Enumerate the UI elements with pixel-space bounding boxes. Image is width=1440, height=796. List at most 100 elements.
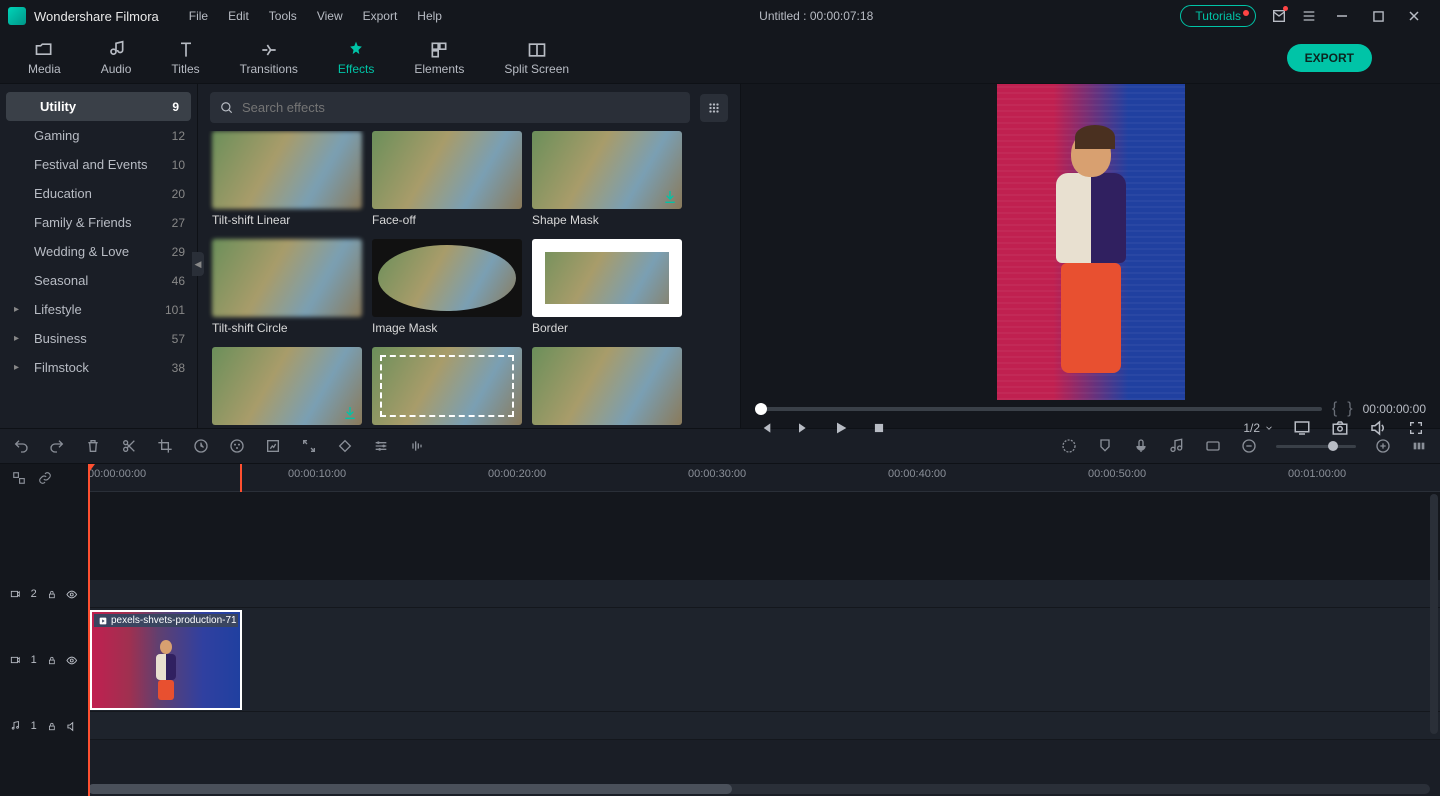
tab-elements[interactable]: Elements — [394, 36, 484, 80]
sidebar-item-business[interactable]: Business57 — [0, 324, 197, 353]
motion-track-button[interactable] — [300, 437, 318, 455]
sidebar-item-seasonal[interactable]: Seasonal46 — [0, 266, 197, 295]
track-head-v1[interactable]: 1 — [0, 608, 88, 712]
minimize-button[interactable] — [1324, 4, 1360, 28]
preview-canvas[interactable] — [741, 84, 1440, 400]
zoom-fit-button[interactable] — [1410, 437, 1428, 455]
effect-tilt-shift-circle[interactable]: Tilt-shift Circle — [212, 239, 362, 335]
track-head-a1[interactable]: 1 — [0, 712, 88, 740]
tab-media[interactable]: Media — [8, 36, 81, 80]
mark-out-button[interactable]: } — [1347, 400, 1352, 418]
mixer-button[interactable] — [1168, 437, 1186, 455]
sidebar-item-festival[interactable]: Festival and Events10 — [0, 150, 197, 179]
playhead[interactable] — [88, 464, 90, 796]
keyframe-button[interactable] — [336, 437, 354, 455]
sidebar-item-lifestyle[interactable]: Lifestyle101 — [0, 295, 197, 324]
track-manager-icon[interactable] — [10, 469, 28, 487]
cc-button[interactable] — [1204, 437, 1222, 455]
step-forward-button[interactable] — [793, 418, 813, 438]
menu-file[interactable]: File — [179, 9, 218, 23]
snapshot-icon[interactable] — [1330, 418, 1350, 438]
sidebar-item-filmstock[interactable]: Filmstock38 — [0, 353, 197, 382]
effect-image-mask[interactable]: Image Mask — [372, 239, 522, 335]
tab-audio[interactable]: Audio — [81, 36, 152, 80]
lock-icon[interactable] — [47, 721, 57, 732]
track-v1[interactable]: pexels-shvets-production-71 — [88, 608, 1440, 712]
mail-icon[interactable] — [1264, 8, 1294, 24]
tutorials-button[interactable]: Tutorials — [1180, 5, 1256, 27]
menu-view[interactable]: View — [307, 9, 353, 23]
marker-button[interactable] — [1096, 437, 1114, 455]
menu-tools[interactable]: Tools — [259, 9, 307, 23]
close-button[interactable] — [1396, 4, 1432, 28]
effect-face-off[interactable]: Face-off — [372, 131, 522, 227]
render-button[interactable] — [1060, 437, 1078, 455]
menu-export[interactable]: Export — [353, 9, 408, 23]
fullscreen-icon[interactable] — [1406, 418, 1426, 438]
list-icon[interactable] — [1294, 8, 1324, 24]
sidebar-item-wedding[interactable]: Wedding & Love29 — [0, 237, 197, 266]
prev-frame-button[interactable] — [755, 418, 775, 438]
tab-effects[interactable]: Effects — [318, 36, 394, 80]
lock-icon[interactable] — [47, 589, 57, 600]
display-icon[interactable] — [1292, 418, 1312, 438]
sidebar-item-utility[interactable]: Utility9 — [6, 92, 191, 121]
effect-shape-mask[interactable]: Shape Mask — [532, 131, 682, 227]
timeline-body[interactable]: 00:00:00:00 00:00:10:00 00:00:20:00 00:0… — [88, 464, 1440, 796]
effect-tilt-shift-linear[interactable]: Tilt-shift Linear — [212, 131, 362, 227]
crop-button[interactable] — [156, 437, 174, 455]
tab-titles[interactable]: Titles — [151, 36, 219, 80]
effects-sidebar: Utility9 Gaming12 Festival and Events10 … — [0, 84, 198, 428]
color-button[interactable] — [228, 437, 246, 455]
tab-split-screen[interactable]: Split Screen — [484, 36, 589, 80]
speaker-icon[interactable] — [66, 720, 78, 733]
effect-mosaic[interactable]: Mosaic — [532, 347, 682, 428]
preview-scrubber[interactable] — [755, 407, 1322, 411]
tab-transitions[interactable]: Transitions — [220, 36, 318, 80]
timeline-vscrollbar[interactable] — [1430, 494, 1438, 734]
effect-border[interactable]: Border — [532, 239, 682, 335]
eye-icon[interactable] — [66, 654, 78, 667]
export-button[interactable]: EXPORT — [1287, 44, 1372, 72]
menu-edit[interactable]: Edit — [218, 9, 259, 23]
view-toggle-button[interactable] — [700, 94, 728, 122]
delete-button[interactable] — [84, 437, 102, 455]
track-spacer — [88, 492, 1440, 580]
zoom-in-button[interactable] — [1374, 437, 1392, 455]
eye-icon[interactable] — [66, 588, 78, 601]
timeline-clip[interactable]: pexels-shvets-production-71 — [90, 610, 242, 710]
link-icon[interactable] — [36, 469, 54, 487]
record-vo-button[interactable] — [1132, 437, 1150, 455]
search-box[interactable] — [210, 92, 690, 123]
sidebar-item-family[interactable]: Family & Friends27 — [0, 208, 197, 237]
zoom-out-button[interactable] — [1240, 437, 1258, 455]
menu-help[interactable]: Help — [407, 9, 452, 23]
play-button[interactable] — [831, 418, 851, 438]
sidebar-item-education[interactable]: Education20 — [0, 179, 197, 208]
lock-icon[interactable] — [47, 655, 57, 666]
sidebar-collapse-handle[interactable]: ◀ — [192, 252, 204, 276]
search-input[interactable] — [242, 100, 680, 115]
timeline-ruler[interactable]: 00:00:00:00 00:00:10:00 00:00:20:00 00:0… — [88, 464, 1440, 492]
in-point-marker[interactable] — [240, 464, 242, 492]
adjust-button[interactable] — [372, 437, 390, 455]
volume-icon[interactable] — [1368, 418, 1388, 438]
timeline-hscrollbar[interactable] — [88, 784, 1430, 794]
stop-button[interactable] — [869, 418, 889, 438]
audio-button[interactable] — [408, 437, 426, 455]
track-v2[interactable] — [88, 580, 1440, 608]
track-head-v2[interactable]: 2 — [0, 580, 88, 608]
zoom-slider[interactable] — [1276, 445, 1356, 448]
undo-button[interactable] — [12, 437, 30, 455]
track-a1[interactable] — [88, 712, 1440, 740]
effect-crop[interactable]: Crop — [372, 347, 522, 428]
green-screen-button[interactable] — [264, 437, 282, 455]
speed-button[interactable] — [192, 437, 210, 455]
aspect-select[interactable]: 1/2 — [1243, 421, 1274, 435]
redo-button[interactable] — [48, 437, 66, 455]
split-button[interactable] — [120, 437, 138, 455]
sidebar-item-gaming[interactable]: Gaming12 — [0, 121, 197, 150]
mark-in-button[interactable]: { — [1332, 400, 1337, 418]
effect-auto-enhance[interactable]: Auto Enhance — [212, 347, 362, 428]
maximize-button[interactable] — [1360, 4, 1396, 28]
